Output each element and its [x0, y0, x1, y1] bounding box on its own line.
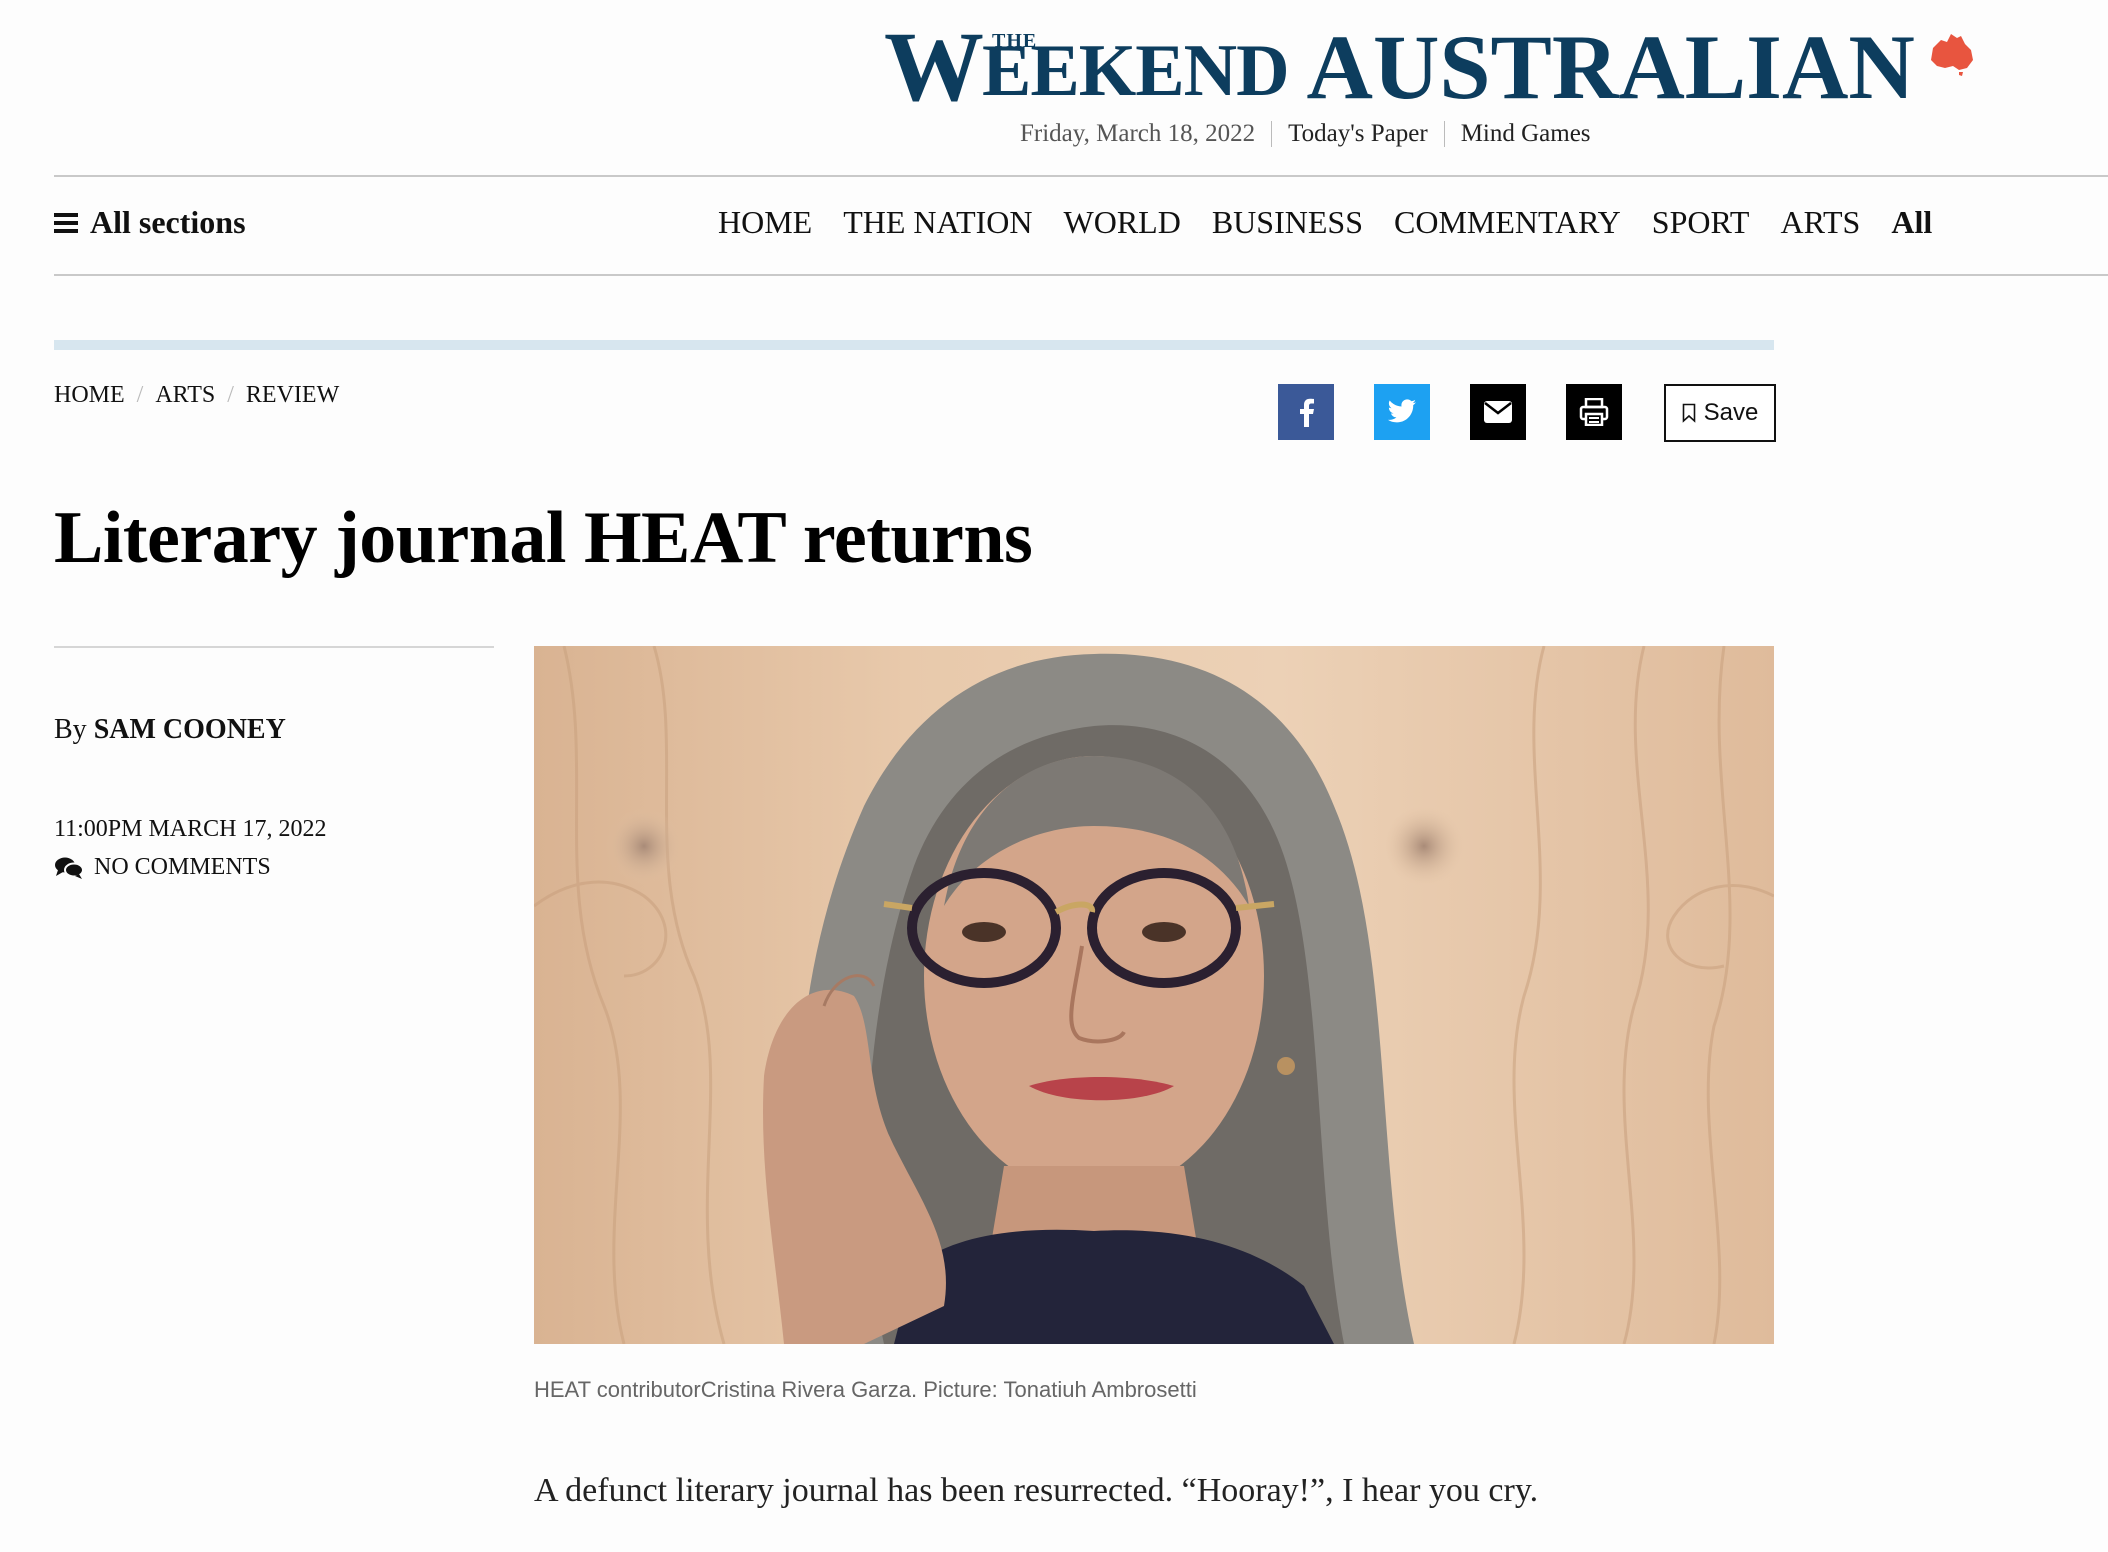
article-photo	[534, 646, 1774, 1344]
comments-icon	[55, 857, 84, 879]
breadcrumb-home[interactable]: HOME	[54, 382, 125, 409]
section-accent-bar	[54, 340, 1774, 350]
facebook-icon	[1300, 398, 1314, 427]
breadcrumb-arts[interactable]: ARTS	[155, 382, 215, 409]
nav-the-nation[interactable]: THE NATION	[843, 204, 1032, 241]
bookmark-icon	[1682, 403, 1695, 423]
publish-timestamp: 11:00PM MARCH 17, 2022	[54, 816, 327, 842]
site-logo[interactable]: THE W EEKEND AUSTRALIAN	[884, 11, 1975, 122]
logo-w: W	[884, 11, 984, 122]
article-lede: A defunct literary journal has been resu…	[534, 1472, 1539, 1509]
all-sections-button[interactable]: All sections	[54, 204, 246, 241]
hamburger-icon	[54, 212, 78, 233]
logo-the: THE	[992, 30, 1038, 52]
print-icon	[1579, 398, 1609, 426]
print-button[interactable]	[1566, 384, 1622, 440]
nav-commentary[interactable]: COMMENTARY	[1394, 204, 1621, 241]
byline-prefix: By	[54, 714, 87, 745]
divider	[1443, 121, 1445, 147]
breadcrumb: HOME / ARTS / REVIEW	[54, 382, 339, 409]
nav-all[interactable]: All	[1891, 204, 1932, 241]
email-share-button[interactable]	[1470, 384, 1526, 440]
nav-divider	[54, 274, 2108, 276]
twitter-icon	[1387, 399, 1416, 423]
todays-paper-link[interactable]: Today's Paper	[1288, 120, 1428, 148]
logo-australian: AUSTRALIAN	[1306, 16, 1915, 118]
email-icon	[1484, 401, 1512, 423]
save-button[interactable]: Save	[1664, 384, 1776, 442]
main-nav: HOME THE NATION WORLD BUSINESS COMMENTAR…	[718, 204, 1932, 241]
divider	[1271, 121, 1273, 147]
current-date: Friday, March 18, 2022	[1020, 120, 1256, 147]
breadcrumb-review[interactable]: REVIEW	[246, 382, 339, 409]
share-toolbar	[1278, 384, 1622, 440]
save-label: Save	[1703, 399, 1759, 426]
nav-arts[interactable]: ARTS	[1780, 204, 1860, 241]
meta-divider	[54, 646, 494, 648]
mind-games-link[interactable]: Mind Games	[1461, 120, 1591, 148]
byline: By SAM COONEY	[54, 714, 286, 746]
nav-world[interactable]: WORLD	[1064, 204, 1181, 241]
nav-business[interactable]: BUSINESS	[1212, 204, 1363, 241]
australia-map-icon	[1930, 34, 1973, 76]
masthead: THE W EEKEND AUSTRALIAN Friday, March 18…	[0, 0, 2108, 175]
photo-caption: HEAT contributorCristina Rivera Garza. P…	[534, 1377, 1197, 1402]
nav-sport[interactable]: SPORT	[1652, 204, 1750, 241]
breadcrumb-separator: /	[227, 382, 234, 408]
dateline: Friday, March 18, 2022 Today's Paper Min…	[1020, 120, 1591, 148]
author-link[interactable]: SAM COONEY	[94, 714, 286, 745]
breadcrumb-separator: /	[136, 382, 144, 408]
nav-home[interactable]: HOME	[718, 204, 812, 241]
facebook-share-button[interactable]	[1278, 384, 1334, 440]
article-headline: Literary journal HEAT returns	[54, 497, 1033, 579]
twitter-share-button[interactable]	[1374, 384, 1430, 440]
comments-count: NO COMMENTS	[94, 854, 271, 880]
all-sections-label: All sections	[90, 204, 246, 240]
masthead-divider	[54, 175, 2108, 177]
comments-link[interactable]: NO COMMENTS	[54, 854, 271, 881]
portrait-image	[534, 646, 1774, 1344]
